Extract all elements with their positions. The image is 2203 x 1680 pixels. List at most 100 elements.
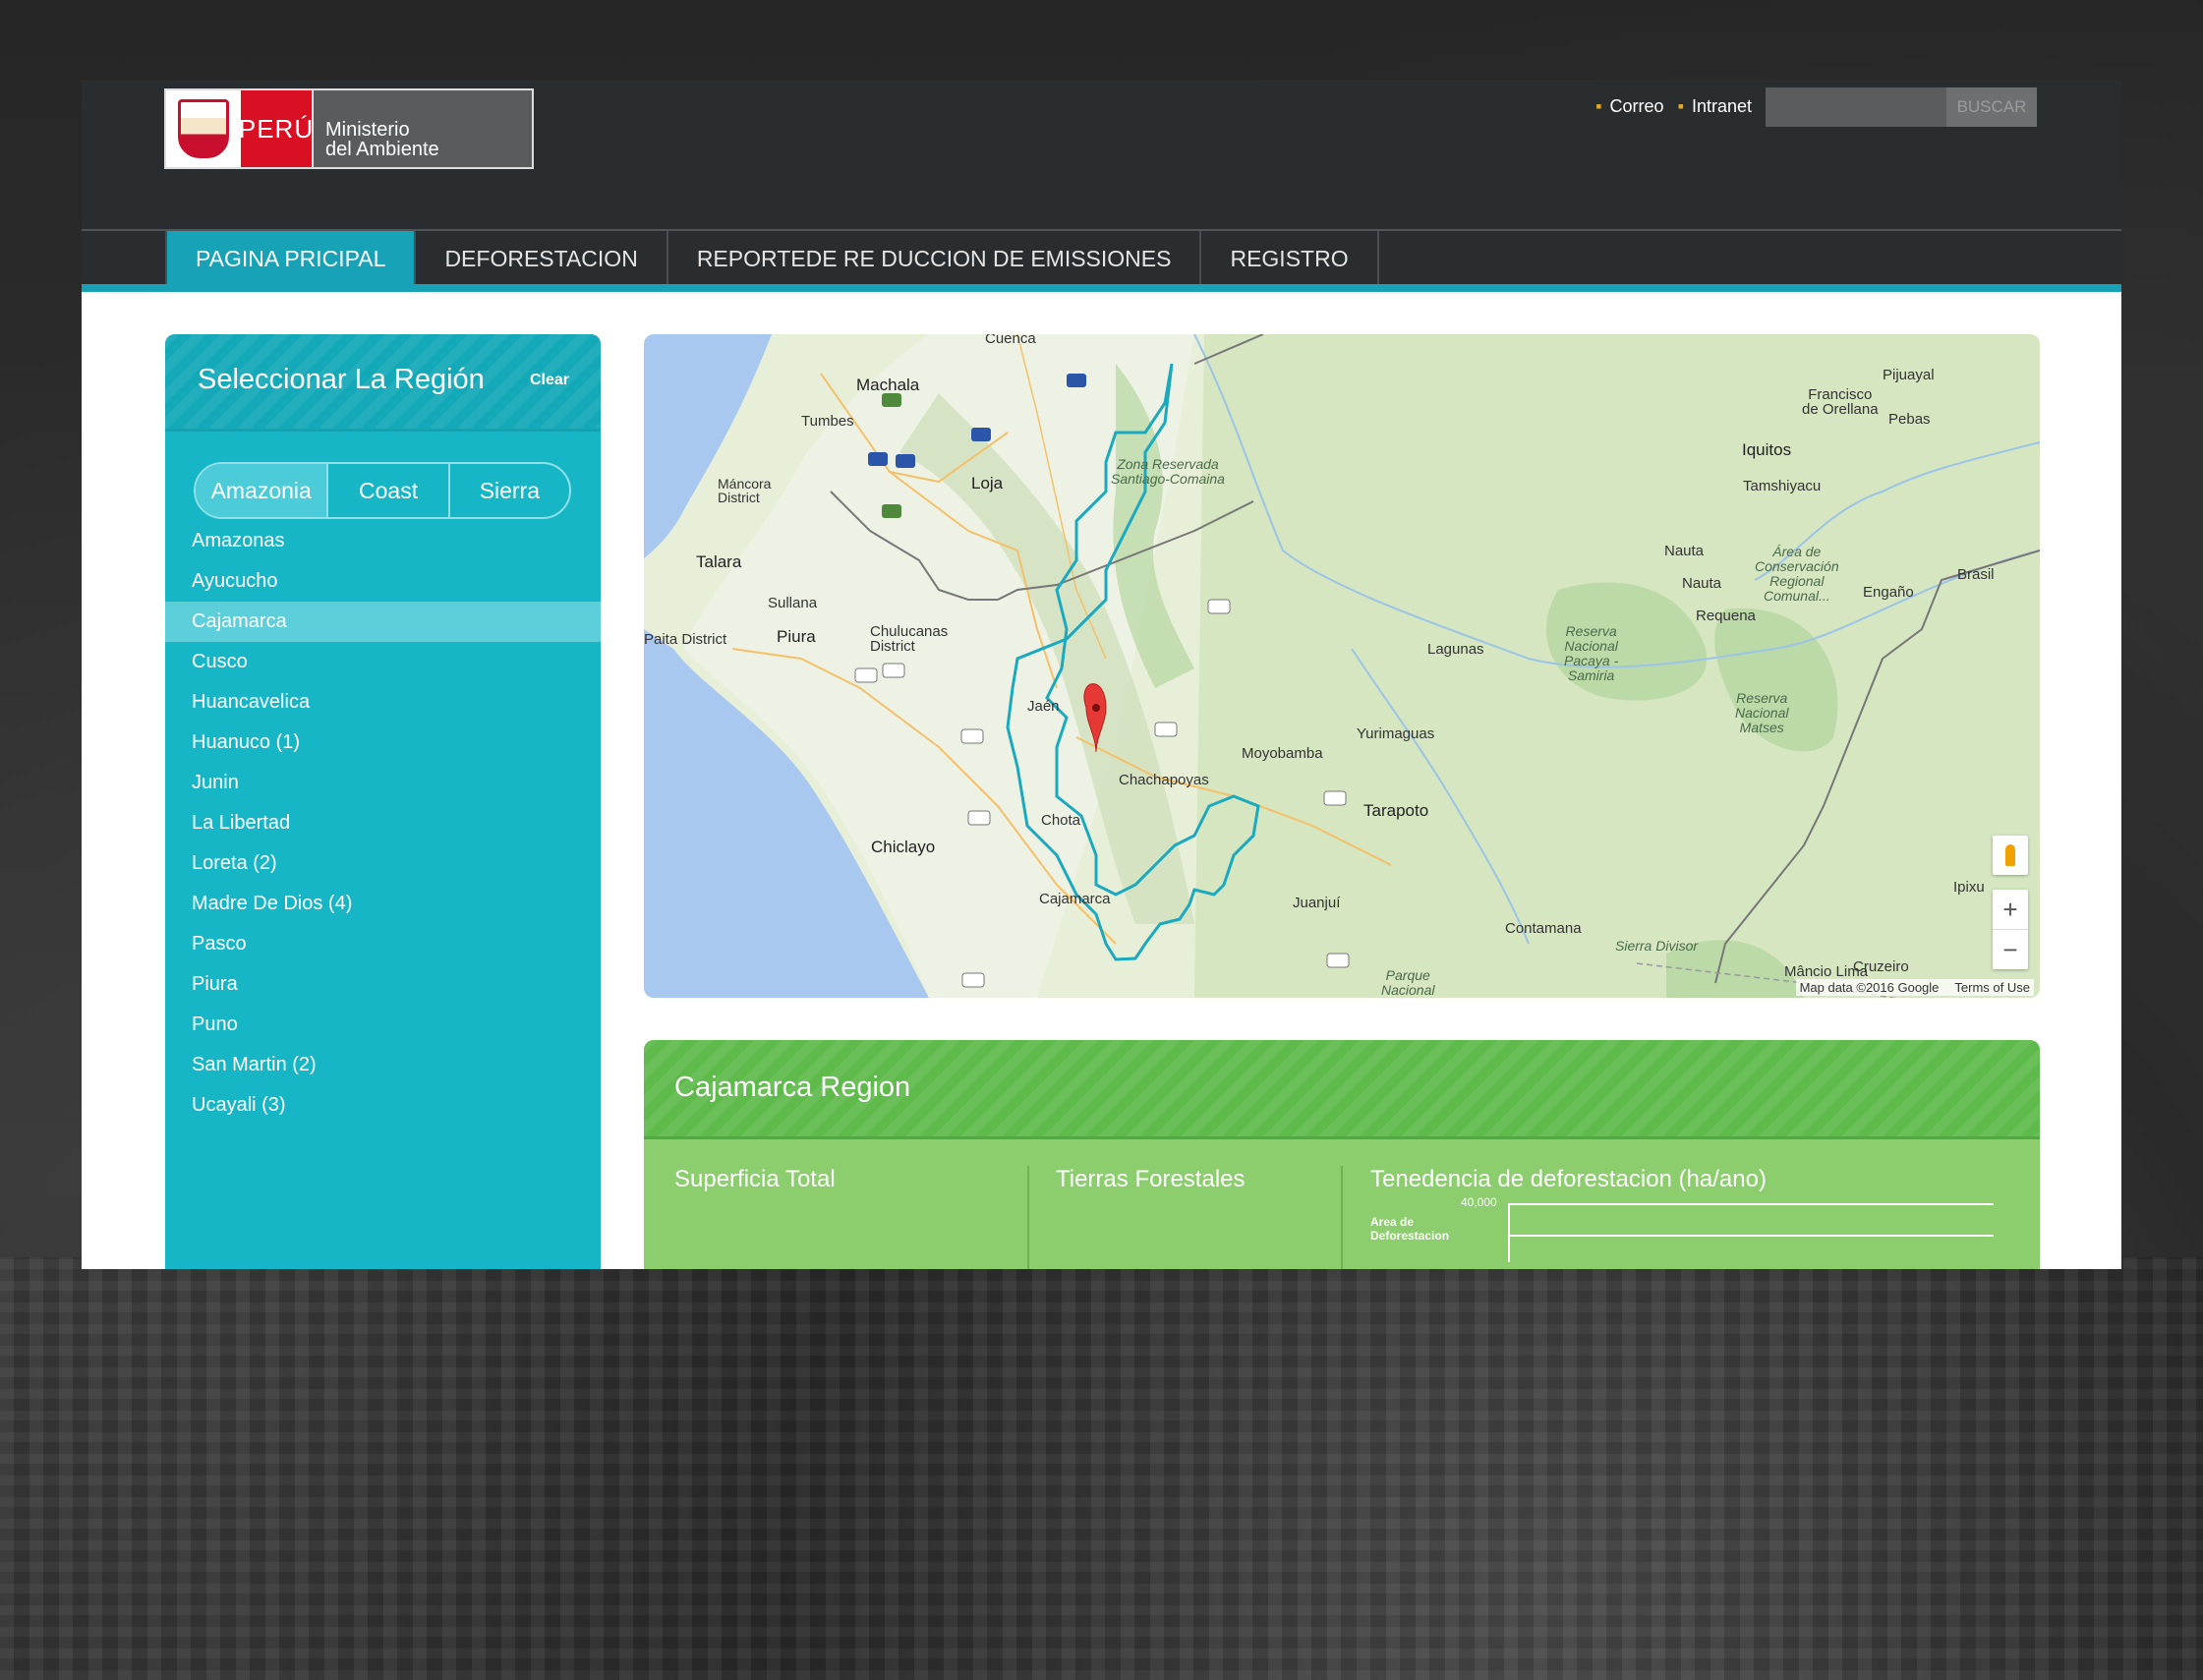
map-label: Zona Reservada Santiago-Comaina xyxy=(1111,456,1225,487)
region-item[interactable]: Amazonas xyxy=(165,521,601,561)
y-axis-label: Area de Deforestacion xyxy=(1370,1215,1450,1243)
peru-crest-icon xyxy=(166,90,241,167)
region-item-selected[interactable]: Cajamarca xyxy=(165,602,601,642)
map-label: Chiclayo xyxy=(871,838,936,856)
map-label: Tumbes xyxy=(801,413,854,430)
logo-country: PERÚ xyxy=(239,90,313,167)
ministry-logo[interactable]: PERÚ Ministerio del Ambiente xyxy=(164,88,534,169)
col-tendencia-deforestacion: Tenedencia de deforestacion (ha/ano) xyxy=(1370,1166,1767,1192)
app-window: PERÚ Ministerio del Ambiente ▪ Correo ▪ In… xyxy=(82,80,2121,1269)
link-intranet[interactable]: ▪ Intranet xyxy=(1678,96,1752,117)
region-item[interactable]: Ayucucho xyxy=(165,561,601,602)
map-label: Requena xyxy=(1696,608,1756,624)
tab-deforestacion[interactable]: DEFORESTACION xyxy=(416,231,668,286)
region-item[interactable]: Piura xyxy=(165,964,601,1005)
bullet-icon: ▪ xyxy=(1595,96,1602,116)
sidebar-title: Seleccionar La Región xyxy=(198,364,485,395)
column-divider xyxy=(1341,1166,1343,1269)
top-links: ▪ Correo ▪ Intranet xyxy=(1595,96,1752,117)
segment-amazonia[interactable]: Amazonia xyxy=(196,464,329,517)
region-item[interactable]: Madre De Dios (4) xyxy=(165,884,601,924)
zone-segmented-control: Amazonia Coast Sierra xyxy=(194,462,571,519)
map-label: Tamshiyacu xyxy=(1743,478,1822,494)
zoom-control: + − xyxy=(1993,890,2028,969)
map-label: Brasil xyxy=(1957,566,1995,583)
tab-registro[interactable]: REGISTRO xyxy=(1201,231,1379,286)
region-list: Amazonas Ayucucho Cajamarca Cusco Huanca… xyxy=(165,521,601,1126)
region-item[interactable]: Pasco xyxy=(165,924,601,964)
main-nav: PAGINA PRICIPAL DEFORESTACION REPORTEDE … xyxy=(82,231,2121,286)
map-label: Reserva Nacional Pacaya - Samiria xyxy=(1564,623,1619,683)
map-label: Cajamarca xyxy=(1039,891,1111,907)
tab-pagina-principal[interactable]: PAGINA PRICIPAL xyxy=(165,231,417,286)
terms-link[interactable]: Terms of Use xyxy=(1954,980,2030,995)
street-view-pegman-icon[interactable] xyxy=(1993,836,2028,875)
region-detail-panel: Cajamarca Region Superficia Total Tierra… xyxy=(644,1040,2040,1269)
y-tick-label: 40,000 xyxy=(1461,1195,1497,1209)
map-label: Reserva Nacional Matses xyxy=(1735,690,1789,735)
region-item[interactable]: Loreta (2) xyxy=(165,843,601,884)
segment-coast[interactable]: Coast xyxy=(328,464,450,517)
map-label: Juanjuí xyxy=(1293,895,1341,911)
segment-sierra[interactable]: Sierra xyxy=(450,464,569,517)
search-box: BUSCAR xyxy=(1766,87,2037,127)
map-label: Pijuayal xyxy=(1883,367,1935,383)
map-canvas[interactable] xyxy=(644,334,2040,998)
map-label: Nauta xyxy=(1664,543,1705,559)
map-label: Mâncio Lima xyxy=(1784,963,1869,980)
region-item[interactable]: Huancavelica xyxy=(165,682,601,723)
col-superficie-total: Superficia Total xyxy=(674,1166,836,1192)
region-item[interactable]: San Martin (2) xyxy=(165,1045,601,1085)
region-item[interactable]: Junin xyxy=(165,763,601,803)
map-label: Nauta xyxy=(1682,575,1722,592)
search-button[interactable]: BUSCAR xyxy=(1946,87,2037,127)
tab-reporte-emisiones[interactable]: REPORTEDE RE DUCCION DE EMISSIONES xyxy=(668,231,1202,286)
bullet-icon: ▪ xyxy=(1677,96,1684,116)
region-item[interactable]: Huanuco (1) xyxy=(165,723,601,763)
map-label: Machala xyxy=(856,376,920,394)
map-label: Iquitos xyxy=(1742,440,1792,459)
region-item[interactable]: Ucayali (3) xyxy=(165,1085,601,1126)
col-tierras-forestales: Tierras Forestales xyxy=(1056,1166,1246,1192)
y-axis xyxy=(1508,1203,1510,1262)
deforestation-chart: 40,000 Area de Deforestacion xyxy=(1370,1195,2000,1269)
search-input[interactable] xyxy=(1766,87,1946,127)
region-item[interactable]: Puno xyxy=(165,1005,601,1045)
column-divider xyxy=(1027,1166,1029,1269)
map-label: Paita District xyxy=(644,631,727,648)
map-label: Jaén xyxy=(1027,698,1060,715)
map-label: Cuenca xyxy=(985,334,1036,347)
region-item[interactable]: Cusco xyxy=(165,642,601,682)
clear-button[interactable]: Clear xyxy=(530,372,569,389)
map-label: Contamana xyxy=(1505,920,1582,937)
map-label: Tarapoto xyxy=(1363,801,1429,820)
map-label: Sullana xyxy=(768,595,818,611)
logo-ministry: Ministerio del Ambiente xyxy=(312,90,532,167)
region-item[interactable]: La Libertad xyxy=(165,803,601,843)
map-label: Talara xyxy=(696,552,742,571)
map-label: Máncora District xyxy=(718,476,772,505)
panel-title: Cajamarca Region xyxy=(674,1072,911,1103)
map-label: Yurimaguas xyxy=(1357,725,1435,742)
panel-header: Cajamarca Region xyxy=(644,1040,2040,1139)
background-photo xyxy=(0,1257,2203,1680)
map-label: Chulucanas District xyxy=(870,623,949,655)
map-label: Moyobamba xyxy=(1242,745,1323,762)
map-label: Parque Nacional xyxy=(1381,967,1435,998)
map-label: Engaño xyxy=(1863,584,1914,601)
map-label: Chachapoyas xyxy=(1119,772,1209,788)
map-label: Piura xyxy=(777,627,816,646)
link-correo[interactable]: ▪ Correo xyxy=(1595,96,1663,117)
zoom-in-button[interactable]: + xyxy=(1993,890,2028,930)
region-map[interactable]: Cuenca Machala Tumbes Máncora District L… xyxy=(644,334,2040,998)
map-label: Lagunas xyxy=(1427,641,1484,658)
map-label: Área de Conservación Regional Comunal... xyxy=(1755,544,1839,604)
map-label: Chota xyxy=(1041,812,1081,829)
region-sidebar: Seleccionar La Región Clear Amazonia Coa… xyxy=(165,334,601,1269)
map-label: Sierra Divisor xyxy=(1615,938,1699,954)
map-label: Francisco de Orellana xyxy=(1802,386,1879,418)
gridline xyxy=(1508,1235,1994,1237)
zoom-out-button[interactable]: − xyxy=(1993,930,2028,969)
map-label: Pebas xyxy=(1888,411,1931,428)
sidebar-header: Seleccionar La Región Clear xyxy=(165,334,601,432)
